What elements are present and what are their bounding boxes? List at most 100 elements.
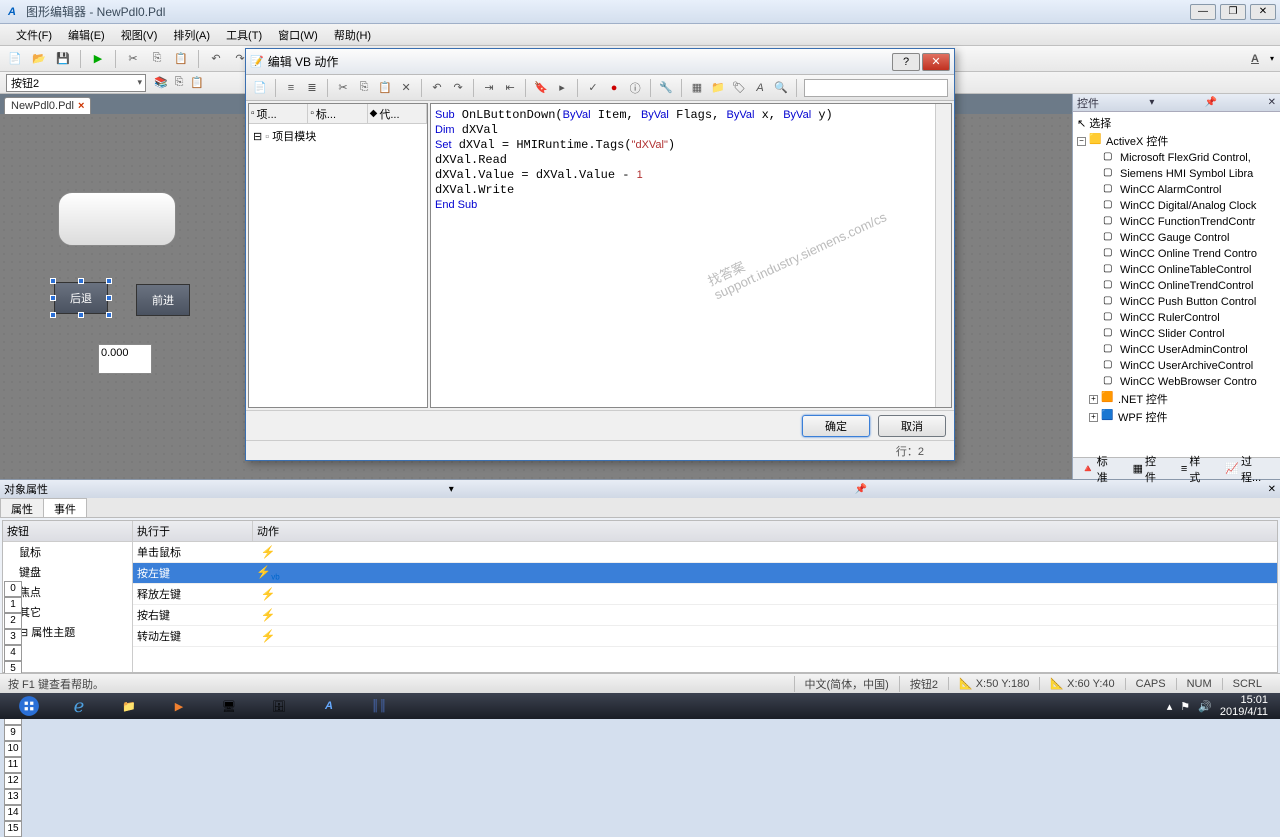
font-color-icon[interactable]: A	[1246, 50, 1264, 68]
tree-control-item[interactable]: ▢WinCC UserArchiveControl	[1075, 358, 1278, 374]
taskbar-media-icon[interactable]: ▶	[154, 694, 204, 718]
selection-handle[interactable]	[106, 278, 112, 284]
minimize-button[interactable]: —	[1190, 4, 1216, 20]
vb-tree-tab-standard[interactable]: ▫标...	[308, 104, 367, 123]
vb-obj-icon[interactable]: ▦	[689, 79, 705, 97]
start-button[interactable]	[4, 694, 54, 718]
vb-bookmark-icon[interactable]: 🔖	[533, 79, 549, 97]
event-category-item[interactable]: 鼠标	[3, 542, 132, 562]
tree-control-item[interactable]: ▢WinCC Digital/Analog Clock	[1075, 198, 1278, 214]
taskbar-explorer-icon[interactable]: 📁	[104, 694, 154, 718]
vb-align-left-icon[interactable]: ≡	[283, 79, 299, 97]
menu-tools[interactable]: 工具(T)	[218, 25, 270, 45]
layer-button[interactable]: 4	[4, 645, 22, 661]
pin-icon[interactable]: 📌	[1205, 97, 1217, 108]
vb-help-button[interactable]: ?	[892, 53, 920, 71]
event-category-item[interactable]: 焦点	[3, 582, 132, 602]
button-back[interactable]: 后退	[54, 282, 108, 314]
tree-control-item[interactable]: ▢Microsoft FlexGrid Control,	[1075, 150, 1278, 166]
vb-breakpoint-icon[interactable]: ●	[606, 79, 622, 97]
vb-tag-icon[interactable]: 🏷	[731, 79, 747, 97]
expand-icon[interactable]: +	[1089, 395, 1098, 404]
tab-events[interactable]: 事件	[43, 498, 87, 517]
event-row[interactable]: 单击鼠标⚡	[133, 542, 1277, 563]
selection-handle[interactable]	[50, 312, 56, 318]
button-forward[interactable]: 前进	[136, 284, 190, 316]
menu-view[interactable]: 视图(V)	[113, 25, 166, 45]
tree-activex[interactable]: ActiveX 控件	[1106, 133, 1168, 149]
layer-button[interactable]: 12	[4, 773, 22, 789]
taskbar-app3-icon[interactable]: ║║	[354, 694, 404, 718]
tab-properties[interactable]: 属性	[0, 498, 44, 517]
layer-button[interactable]: 2	[4, 613, 22, 629]
event-category-item[interactable]: 键盘	[3, 562, 132, 582]
cut-icon[interactable]: ✂	[124, 50, 142, 68]
event-category-item[interactable]: ⊟ 属性主题	[3, 622, 132, 642]
dropdown-icon[interactable]: ▾	[449, 484, 454, 495]
vb-close-button[interactable]: ✕	[922, 53, 950, 71]
selection-handle[interactable]	[106, 295, 112, 301]
tree-select[interactable]: 选择	[1089, 115, 1111, 131]
action-icon[interactable]: ⚡	[261, 629, 276, 643]
vb-outdent-icon[interactable]: ⇤	[502, 79, 518, 97]
tree-control-item[interactable]: ▢WinCC UserAdminControl	[1075, 342, 1278, 358]
vb-search-input[interactable]	[804, 79, 948, 97]
vb-bookmark-next-icon[interactable]: ▸	[554, 79, 570, 97]
tab-styles[interactable]: ≡样式	[1177, 452, 1215, 486]
vb-tree-item[interactable]: ⊟ ▫ 项目模块	[253, 128, 423, 144]
action-icon[interactable]: ⚡	[261, 608, 276, 622]
menu-help[interactable]: 帮助(H)	[326, 25, 379, 45]
run-icon[interactable]: ▶	[89, 50, 107, 68]
vb-font-icon[interactable]: A	[752, 79, 768, 97]
dropdown-icon[interactable]: ▾	[1149, 97, 1154, 108]
vb-paste-icon[interactable]: 📋	[377, 79, 393, 97]
tree-control-item[interactable]: ▢WinCC Gauge Control	[1075, 230, 1278, 246]
layer-button[interactable]: 11	[4, 757, 22, 773]
vb-redo-icon[interactable]: ↷	[450, 79, 466, 97]
layer-button[interactable]: 1	[4, 597, 22, 613]
event-category-item[interactable]: 其它	[3, 602, 132, 622]
tree-wpf[interactable]: WPF 控件	[1118, 409, 1168, 425]
ok-button[interactable]: 确定	[802, 415, 870, 437]
undo-icon[interactable]: ↶	[207, 50, 225, 68]
cancel-button[interactable]: 取消	[878, 415, 946, 437]
taskbar-ie-icon[interactable]: ℯ	[54, 694, 104, 718]
layer-button[interactable]: 9	[4, 725, 22, 741]
vb-cut-icon[interactable]: ✂	[335, 79, 351, 97]
vb-info-icon[interactable]: ⓘ	[627, 79, 643, 97]
vb-find-icon[interactable]: 🔍	[773, 79, 789, 97]
tab-process[interactable]: 📈过程...	[1221, 452, 1276, 486]
vb-dialog-titlebar[interactable]: 📝 编辑 VB 动作 ? ✕	[246, 49, 954, 75]
action-icon[interactable]: ⚡	[261, 545, 276, 559]
layer-button[interactable]: 10	[4, 741, 22, 757]
selection-handle[interactable]	[50, 278, 56, 284]
vb-align-icon[interactable]: ≣	[304, 79, 320, 97]
vb-new-icon[interactable]: 📄	[252, 79, 268, 97]
tree-control-item[interactable]: ▢Siemens HMI Symbol Libra	[1075, 166, 1278, 182]
tree-control-item[interactable]: ▢WinCC RulerControl	[1075, 310, 1278, 326]
dropdown-icon[interactable]: ▾	[1270, 54, 1274, 63]
collapse-icon[interactable]: −	[1077, 137, 1086, 146]
io-field[interactable]: 0.000	[98, 344, 152, 374]
copy-icon[interactable]: ⎘	[148, 50, 166, 68]
selection-handle[interactable]	[78, 312, 84, 318]
vb-tree-tab-code[interactable]: ◆代...	[368, 104, 427, 123]
layer-button[interactable]: 13	[4, 789, 22, 805]
layer-button[interactable]: 0	[4, 581, 22, 597]
vb-copy-icon[interactable]: ⎘	[356, 79, 372, 97]
selection-handle[interactable]	[78, 278, 84, 284]
tree-control-item[interactable]: ▢WinCC Slider Control	[1075, 326, 1278, 342]
vb-code-editor[interactable]: Sub OnLButtonDown(ByVal Item, ByVal Flag…	[430, 103, 952, 408]
tab-standard[interactable]: 🔺标准	[1077, 452, 1123, 486]
menu-arrange[interactable]: 排列(A)	[165, 25, 218, 45]
object-selector-combo[interactable]: 按钮2	[6, 74, 146, 92]
vb-indent-icon[interactable]: ⇥	[481, 79, 497, 97]
event-row[interactable]: 按左键⚡vb	[133, 563, 1277, 584]
event-row[interactable]: 转动左键⚡	[133, 626, 1277, 647]
tree-control-item[interactable]: ▢WinCC FunctionTrendContr	[1075, 214, 1278, 230]
expand-icon[interactable]: +	[1089, 413, 1098, 422]
layer-button[interactable]: 14	[4, 805, 22, 821]
vb-delete-icon[interactable]: ✕	[398, 79, 414, 97]
tab-close-icon[interactable]: ×	[78, 100, 84, 112]
vb-tree-tab-project[interactable]: ▫项...	[249, 104, 308, 123]
